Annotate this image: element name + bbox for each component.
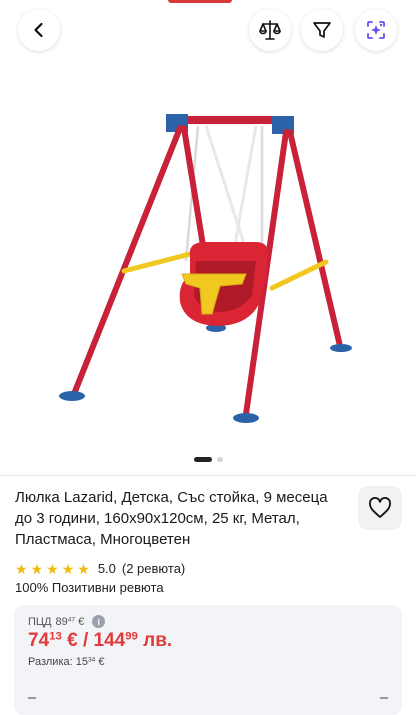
- carousel-dot[interactable]: [216, 457, 223, 462]
- chevron-left-icon: [34, 22, 43, 38]
- star-icon: ★: [46, 560, 59, 577]
- scale-icon: [259, 20, 281, 40]
- current-price: 7413 € / 14499 лв.: [28, 630, 173, 651]
- product-image[interactable]: [0, 56, 416, 476]
- divider: [0, 475, 416, 476]
- compare-button[interactable]: [249, 9, 291, 51]
- star-icon: ★: [61, 560, 75, 577]
- positive-reviews: 100% Позитивни ревюта: [15, 580, 164, 595]
- star-icon: ★: [77, 560, 90, 577]
- rrp-line: ПЦД 8947 € i: [28, 615, 106, 628]
- back-button[interactable]: [18, 9, 60, 51]
- carousel-indicator: [0, 457, 416, 462]
- star-icon: ★: [30, 560, 44, 577]
- price-card: ПЦД 8947 € i 7413 € / 14499 лв. Разлика:…: [14, 605, 402, 715]
- sparkle-search-icon: [367, 21, 385, 39]
- star-icon: ★: [15, 560, 28, 577]
- info-icon[interactable]: i: [92, 615, 106, 628]
- rating-row[interactable]: ★ ★ ★ ★ ★ 5.0 (2 ревюта): [15, 561, 185, 576]
- rating-count[interactable]: (2 ревюта): [122, 561, 185, 576]
- rating-value: 5.0: [97, 561, 116, 576]
- heart-icon: [369, 497, 391, 518]
- filter-funnel-icon: [313, 22, 331, 38]
- rrp-label: ПЦД: [28, 615, 52, 628]
- product-title: Люлка Lazarid, Детска, Със стойка, 9 мес…: [15, 489, 328, 548]
- top-accent-bar: [168, 0, 232, 3]
- price-difference: Разлика: 1534 €: [28, 656, 105, 668]
- ai-search-button[interactable]: [355, 9, 397, 51]
- top-bar: [0, 8, 416, 54]
- filter-button[interactable]: [301, 9, 343, 51]
- rrp-price: 8947 €: [55, 615, 85, 628]
- carousel-dot-active[interactable]: [193, 457, 212, 462]
- favorite-button[interactable]: [358, 486, 402, 530]
- swing-illustration: [59, 114, 352, 423]
